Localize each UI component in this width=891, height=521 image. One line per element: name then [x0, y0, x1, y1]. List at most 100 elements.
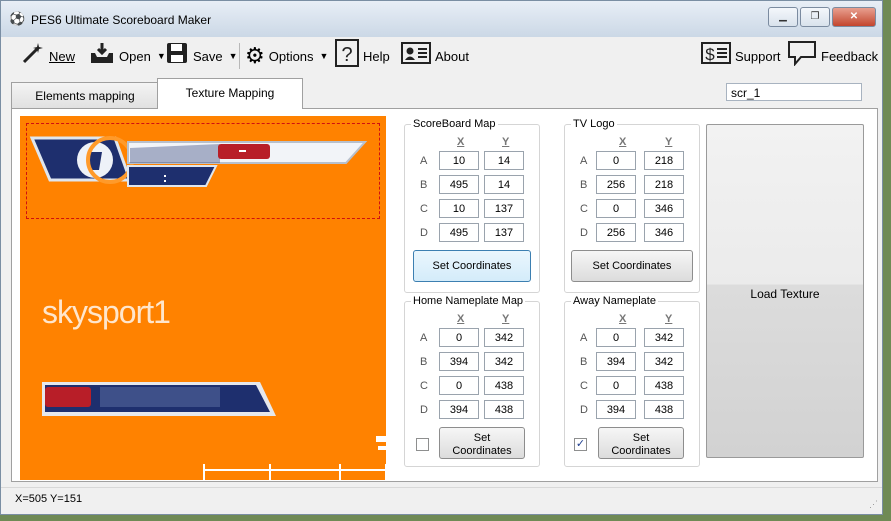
column-header-x: X — [457, 313, 465, 325]
support-button[interactable]: $ Support — [701, 41, 781, 71]
set-coordinates-button[interactable]: Set Coordinates — [413, 250, 531, 282]
save-label: Save — [193, 48, 223, 64]
tab-strip: Elements mapping Texture Mapping — [11, 78, 311, 109]
column-header-y: Y — [502, 313, 510, 325]
tv-logo-group: TV Logo X Y A 0 218 B 256 218 C 0 346 D … — [564, 118, 700, 293]
tv-logo-text: skysport1 — [42, 294, 171, 330]
help-button[interactable]: ? Help — [335, 39, 390, 73]
away-nameplate-group: Away Nameplate X Y A 0 342 B 394 342 C 0… — [564, 295, 700, 467]
away-nameplate-checkbox[interactable]: ✓ — [574, 438, 587, 451]
column-header-y: Y — [665, 136, 673, 148]
c-x-field[interactable]: 0 — [596, 199, 636, 218]
d-x-field[interactable]: 394 — [596, 400, 636, 419]
group-title: Home Nameplate Map — [411, 295, 526, 307]
row-label-d: D — [420, 227, 428, 239]
row-label-a: A — [580, 155, 588, 167]
d-y-field[interactable]: 346 — [644, 223, 684, 242]
toolbar: New Open ▼ Save ▼ ⚙ Options ▼ ? Help Abo… — [9, 37, 878, 75]
group-title: ScoreBoard Map — [411, 118, 498, 130]
b-y-field[interactable]: 218 — [644, 175, 684, 194]
dollar-list-icon: $ — [701, 41, 731, 71]
scr-name-field[interactable]: scr_1 — [726, 83, 862, 101]
c-y-field[interactable]: 438 — [644, 376, 684, 395]
d-x-field[interactable]: 495 — [439, 223, 479, 242]
set-coordinates-button[interactable]: Set Coordinates — [571, 250, 693, 282]
a-x-field[interactable]: 10 — [439, 151, 479, 170]
support-label: Support — [735, 48, 781, 64]
selection-rectangle[interactable] — [26, 123, 380, 219]
b-y-field[interactable]: 14 — [484, 175, 524, 194]
gears-icon: ⚙ — [245, 43, 265, 68]
question-mark-icon: ? — [335, 39, 359, 73]
tab-texture-mapping[interactable]: Texture Mapping — [157, 78, 303, 109]
b-y-field[interactable]: 342 — [644, 352, 684, 371]
group-title: TV Logo — [571, 118, 617, 130]
open-button[interactable]: Open ▼ — [89, 41, 166, 71]
save-dropdown-icon[interactable]: ▼ — [229, 51, 238, 61]
a-x-field[interactable]: 0 — [439, 328, 479, 347]
close-button[interactable]: ✕ — [832, 7, 876, 27]
d-x-field[interactable]: 394 — [439, 400, 479, 419]
resize-grip-icon[interactable]: ⋰ — [869, 499, 878, 510]
floppy-disk-icon — [165, 41, 189, 71]
cursor-coordinates: X=505 Y=151 — [15, 493, 83, 505]
feedback-button[interactable]: Feedback — [787, 41, 878, 71]
a-x-field[interactable]: 0 — [596, 328, 636, 347]
home-nameplate-checkbox[interactable] — [416, 438, 429, 451]
app-window: ⚽ PES6 Ultimate Scoreboard Maker ▁ ❐ ✕ N… — [0, 0, 883, 515]
about-button[interactable]: About — [401, 41, 469, 71]
speech-bubble-icon — [787, 40, 817, 72]
b-x-field[interactable]: 256 — [596, 175, 636, 194]
window-title: PES6 Ultimate Scoreboard Maker — [31, 13, 212, 27]
c-x-field[interactable]: 10 — [439, 199, 479, 218]
row-label-d: D — [420, 404, 428, 416]
set-coordinates-button[interactable]: Set Coordinates — [439, 427, 525, 459]
column-header-x: X — [619, 136, 627, 148]
a-y-field[interactable]: 218 — [644, 151, 684, 170]
options-dropdown-icon[interactable]: ▼ — [320, 51, 329, 61]
c-y-field[interactable]: 438 — [484, 376, 524, 395]
new-button[interactable]: New — [21, 41, 75, 71]
save-button[interactable]: Save ▼ — [165, 41, 238, 71]
c-y-field[interactable]: 346 — [644, 199, 684, 218]
a-y-field[interactable]: 14 — [484, 151, 524, 170]
row-label-a: A — [420, 332, 428, 344]
a-x-field[interactable]: 0 — [596, 151, 636, 170]
maximize-button[interactable]: ❐ — [800, 7, 830, 27]
options-button[interactable]: ⚙ Options ▼ — [245, 41, 328, 71]
set-coordinates-button[interactable]: Set Coordinates — [598, 427, 684, 459]
d-y-field[interactable]: 137 — [484, 223, 524, 242]
texture-edge-mark — [378, 446, 386, 450]
b-x-field[interactable]: 495 — [439, 175, 479, 194]
b-x-field[interactable]: 394 — [596, 352, 636, 371]
group-title: Away Nameplate — [571, 295, 658, 307]
row-label-c: C — [420, 203, 428, 215]
d-y-field[interactable]: 438 — [644, 400, 684, 419]
d-x-field[interactable]: 256 — [596, 223, 636, 242]
toolbar-divider — [239, 43, 240, 69]
minimize-button[interactable]: ▁ — [768, 7, 798, 27]
id-card-icon — [401, 41, 431, 71]
row-label-b: B — [420, 179, 428, 191]
row-label-b: B — [420, 356, 428, 368]
texture-preview[interactable]: skysport1 — [20, 116, 386, 480]
button-text-line: Set — [473, 432, 491, 444]
row-label-c: C — [580, 203, 588, 215]
open-label: Open — [119, 48, 151, 64]
texture-mapping-panel: skysport1 ScoreBoard Map X Y A 10 14 B 4… — [11, 108, 878, 482]
magic-wand-icon — [21, 41, 45, 71]
b-y-field[interactable]: 342 — [484, 352, 524, 371]
button-text-line: Coordinates — [611, 445, 671, 457]
c-y-field[interactable]: 137 — [484, 199, 524, 218]
column-header-y: Y — [502, 136, 510, 148]
window-controls: ▁ ❐ ✕ — [766, 7, 876, 27]
row-label-c: C — [420, 380, 428, 392]
b-x-field[interactable]: 394 — [439, 352, 479, 371]
d-y-field[interactable]: 438 — [484, 400, 524, 419]
a-y-field[interactable]: 342 — [484, 328, 524, 347]
c-x-field[interactable]: 0 — [596, 376, 636, 395]
a-y-field[interactable]: 342 — [644, 328, 684, 347]
load-texture-button[interactable]: Load Texture — [706, 124, 864, 458]
tab-elements-mapping[interactable]: Elements mapping — [11, 82, 159, 109]
c-x-field[interactable]: 0 — [439, 376, 479, 395]
